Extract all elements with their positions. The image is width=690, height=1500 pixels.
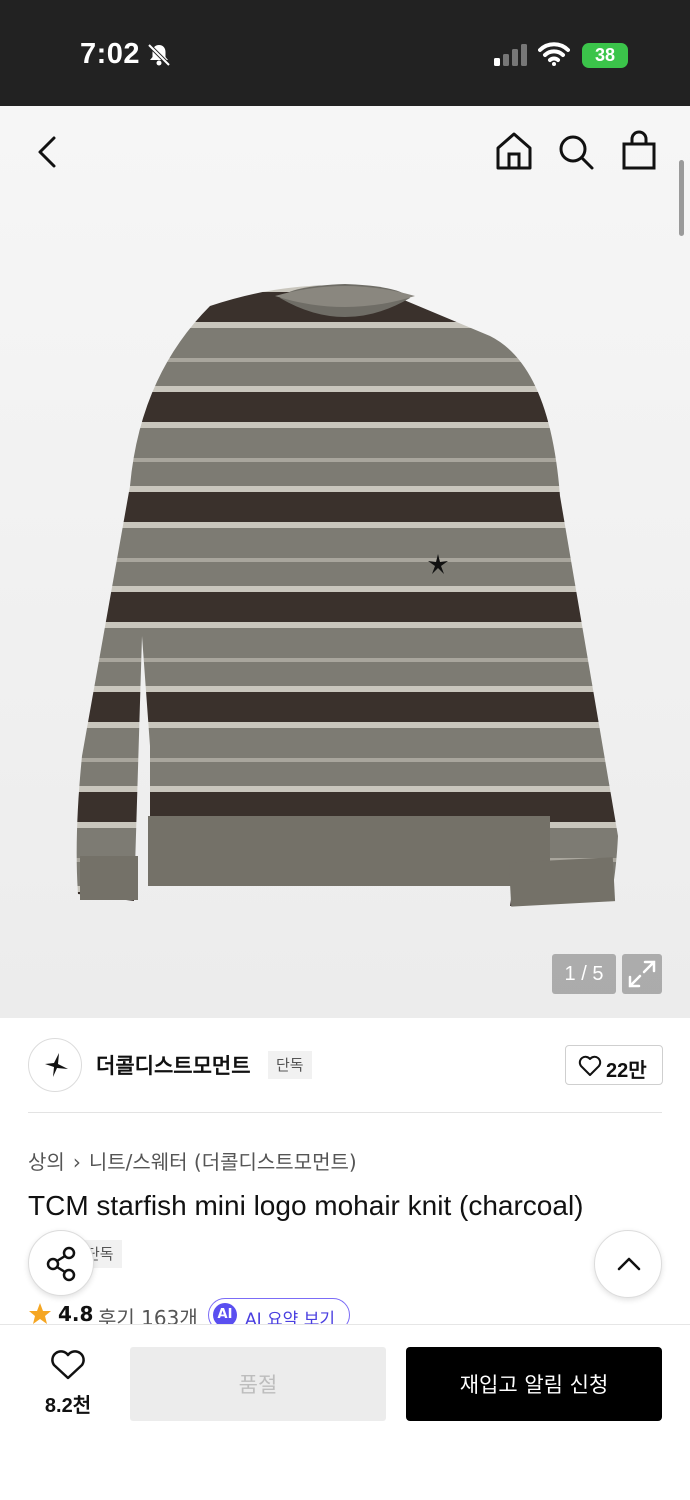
brand-like-button[interactable]: 22만 [565, 1045, 663, 1085]
product-photo [76, 284, 618, 907]
back-button[interactable] [30, 132, 66, 175]
scroll-top-button[interactable] [594, 1230, 662, 1298]
wifi-icon [538, 42, 570, 70]
signal-icon [494, 44, 528, 70]
battery-indicator: 38 [582, 43, 628, 68]
restock-alert-button[interactable]: 재입고 알림 신청 [406, 1347, 662, 1421]
bag-icon [622, 130, 656, 170]
wishlist-count: 8.2천 [44, 1395, 92, 1417]
breadcrumb-category[interactable]: 상의 [28, 1150, 65, 1174]
star-icon [29, 1303, 51, 1324]
status-bar: 7:02 38 [0, 0, 690, 106]
scrollbar-thumb[interactable] [679, 160, 684, 236]
product-image-gallery[interactable]: 1 / 5 [0, 106, 690, 1018]
expand-button[interactable] [622, 954, 662, 994]
search-button[interactable] [556, 132, 596, 175]
rating-score: 4.8 [58, 1302, 94, 1326]
chevron-up-icon [617, 1257, 641, 1271]
bottom-action-bar: 8.2천 품절 재입고 알림 신청 [0, 1324, 690, 1500]
soldout-button[interactable]: 품절 [130, 1347, 386, 1421]
home-button[interactable] [494, 130, 534, 175]
wishlist-button[interactable]: 8.2천 [28, 1347, 108, 1417]
image-counter: 1 / 5 [552, 954, 616, 994]
chevron-right-icon: › [72, 1150, 81, 1174]
back-icon [38, 136, 56, 168]
share-icon [46, 1246, 76, 1282]
exclusive-badge: 단독 [268, 1051, 312, 1079]
brand-name[interactable]: 더콜디스트모먼트 [96, 1050, 251, 1080]
home-icon [496, 132, 532, 170]
brand-like-count: 22만 [606, 1060, 647, 1082]
bell-slash-icon [146, 42, 172, 72]
breadcrumb-subcategory[interactable]: 니트/스웨터 (더콜디스트모먼트) [89, 1150, 357, 1174]
share-button[interactable] [28, 1230, 94, 1296]
product-title: TCM starfish mini logo mohair knit (char… [28, 1190, 584, 1221]
status-time: 7:02 [80, 38, 141, 70]
expand-icon [628, 960, 656, 988]
search-icon [559, 135, 594, 170]
heart-icon [578, 1055, 602, 1076]
cart-button[interactable] [620, 130, 658, 175]
starfish-logo-icon [45, 1053, 68, 1077]
brand-logo[interactable] [28, 1038, 82, 1092]
heart-icon [51, 1350, 85, 1380]
breadcrumb: 상의 › 니트/스웨터 (더콜디스트모먼트) [28, 1146, 357, 1175]
divider [28, 1112, 662, 1113]
